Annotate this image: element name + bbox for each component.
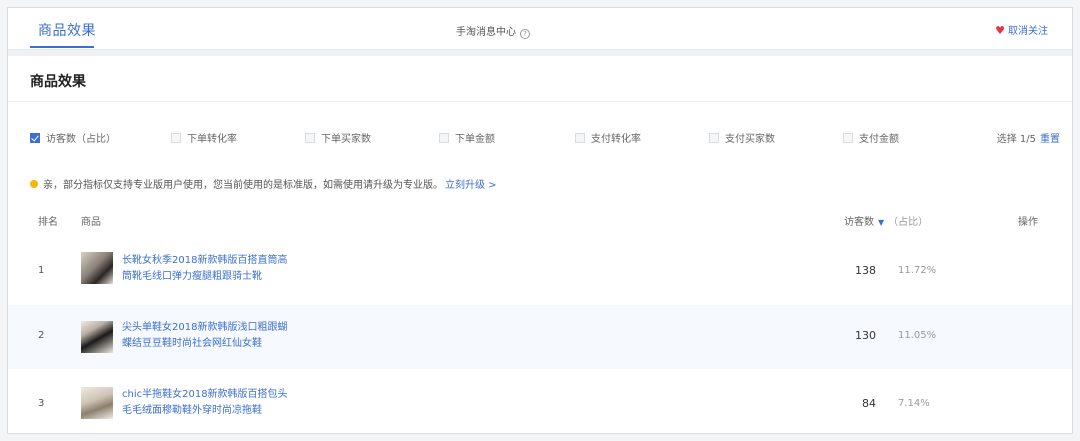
header-action: 操作 [1018,217,1038,228]
product-name-line2: 蝶结豆豆鞋时尚社会网红仙女鞋 [122,338,262,349]
row-share: 11.05% [898,330,937,341]
metric-label: 支付买家数 [725,134,775,145]
row-rank: 2 [38,330,45,341]
checkbox[interactable] [305,133,315,143]
metric-label: 支付金额 [859,134,899,145]
metric-label: 支付转化率 [591,134,641,145]
tab-product-effect[interactable]: 商品效果 [38,20,96,40]
heart-icon: ♥ [995,24,1005,37]
row-share: 7.14% [898,398,930,409]
metric-label: 下单金额 [455,134,495,145]
message-center-label: 手淘消息中心 [456,27,516,38]
page-frame: 商品效果 手淘消息中心? ♥ 取消关注 商品效果 访客数（占比） 下单转化率 下单… [7,7,1073,434]
checkbox[interactable] [843,133,853,143]
product-thumbnail[interactable] [81,387,113,419]
header-visits-label: 访客数 [844,217,874,228]
table-row: 3 chic半拖鞋女2018新款韩版百搭包头 毛毛绒面穆勒鞋外穿时尚凉拖鞋 84… [8,370,1072,433]
reset-link[interactable]: 重置 [1040,134,1060,145]
product-thumbnail[interactable] [81,321,113,353]
product-name-line1: 尖头单鞋女2018新款韩版浅口粗跟蝴 [122,322,288,333]
product-name-link[interactable]: 尖头单鞋女2018新款韩版浅口粗跟蝴 蝶结豆豆鞋时尚社会网红仙女鞋 [122,320,322,352]
checkbox[interactable] [439,133,449,143]
table-header: 排名 商品 访客数 ▼ （占比） 操作 [8,208,1072,230]
sort-down-icon[interactable]: ▼ [878,218,884,227]
upgrade-link[interactable]: 立刻升级 > [445,180,497,191]
metric-visitors[interactable]: 访客数（占比） [30,130,116,145]
metric-order-conversion[interactable]: 下单转化率 [171,130,237,145]
top-navigation-bar: 商品效果 手淘消息中心? ♥ 取消关注 [8,8,1072,50]
metric-payment-buyers[interactable]: 支付买家数 [709,130,775,145]
unfollow-label: 取消关注 [1008,26,1048,37]
metric-label: 访客数（占比） [46,134,116,145]
active-tab-indicator [30,46,94,48]
selection-count-label: 选择 1/5 [996,134,1036,145]
metric-payment-amount[interactable]: 支付金额 [843,130,899,145]
upgrade-notice: 亲，部分指标仅支持专业版用户使用，您当前使用的是标准版，如需使用请升级为专业版。… [30,176,497,191]
metric-order-buyers[interactable]: 下单买家数 [305,130,371,145]
info-icon[interactable]: ? [520,29,530,39]
metric-label: 下单买家数 [321,134,371,145]
checkbox[interactable] [709,133,719,143]
section-title: 商品效果 [30,74,86,90]
header-product: 商品 [81,217,101,228]
row-visits: 84 [862,397,876,410]
section-divider [8,101,1072,102]
message-center-title: 手淘消息中心? [456,23,530,39]
metric-order-amount[interactable]: 下单金额 [439,130,495,145]
warning-dot-icon [30,180,38,188]
product-name-line1: chic半拖鞋女2018新款韩版百搭包头 [122,389,288,400]
metric-payment-conversion[interactable]: 支付转化率 [575,130,641,145]
selection-count: 选择 1/5 重置 [997,130,1060,145]
product-name-line2: 毛毛绒面穆勒鞋外穿时尚凉拖鞋 [122,405,262,416]
unfollow-button[interactable]: ♥ 取消关注 [995,22,1048,37]
product-name-line2: 筒靴毛线口弹力瘦腿粗跟骑士靴 [122,271,262,282]
row-visits: 130 [855,329,876,342]
checkbox-checked[interactable] [30,133,40,143]
checkbox[interactable] [171,133,181,143]
checkbox[interactable] [575,133,585,143]
header-shadow-strip [8,50,1072,56]
header-share: （占比） [888,217,929,228]
row-share: 11.72% [898,265,937,276]
notice-text: 亲，部分指标仅支持专业版用户使用，您当前使用的是标准版，如需使用请升级为专业版。 [43,180,443,191]
product-thumbnail[interactable] [81,252,113,284]
header-visits[interactable]: 访客数 ▼ （占比） [844,213,928,228]
row-rank: 3 [38,398,45,409]
header-rank: 排名 [38,217,58,228]
product-name-link[interactable]: 长靴女秋季2018新款韩版百搭直筒高 筒靴毛线口弹力瘦腿粗跟骑士靴 [122,253,322,285]
metric-selector: 访客数（占比） 下单转化率 下单买家数 下单金额 支付转化率 支付买家数 支付金… [30,130,1060,148]
product-name-line1: 长靴女秋季2018新款韩版百搭直筒高 [122,255,288,266]
table-row: 1 长靴女秋季2018新款韩版百搭直筒高 筒靴毛线口弹力瘦腿粗跟骑士靴 138 … [8,240,1072,304]
row-visits: 138 [855,264,876,277]
row-rank: 1 [38,265,45,276]
metric-label: 下单转化率 [187,134,237,145]
product-name-link[interactable]: chic半拖鞋女2018新款韩版百搭包头 毛毛绒面穆勒鞋外穿时尚凉拖鞋 [122,387,322,419]
table-row: 2 尖头单鞋女2018新款韩版浅口粗跟蝴 蝶结豆豆鞋时尚社会网红仙女鞋 130 … [8,305,1072,369]
